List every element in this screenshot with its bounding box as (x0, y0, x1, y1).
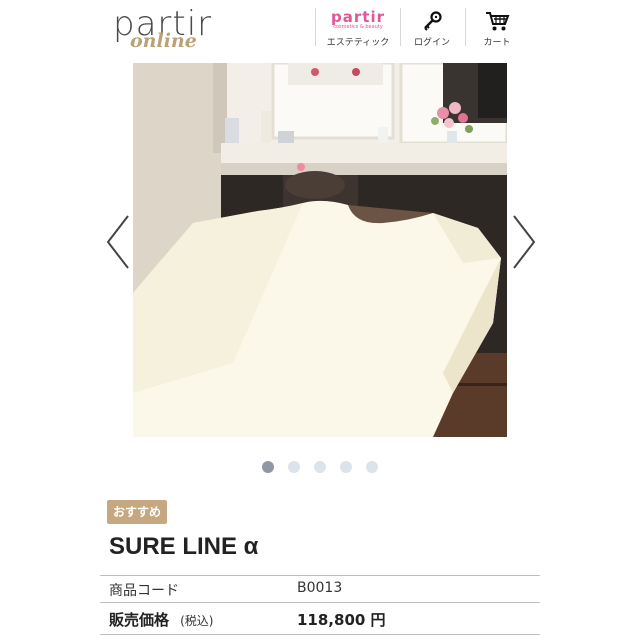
key-icon (424, 11, 442, 31)
carousel-dot-3[interactable] (314, 461, 326, 473)
recommended-badge: おすすめ (107, 500, 168, 524)
carousel-dot-4[interactable] (340, 461, 352, 473)
nav-esthetic[interactable]: partir cosmetics & beauty エステティック (318, 6, 398, 50)
carousel-dot-5[interactable] (366, 461, 378, 473)
nav-divider (465, 8, 466, 46)
price-value: 118,800 円 (297, 611, 386, 629)
nav-esthetic-label: エステティック (326, 38, 390, 48)
price-tax-note: (税込) (180, 614, 214, 628)
product-title: SURE LINE α (109, 533, 259, 560)
cart-icon (486, 12, 510, 31)
divider (100, 634, 540, 635)
brand-tagline: cosmetics & beauty (333, 24, 383, 30)
nav-login[interactable]: ログイン (402, 6, 462, 50)
partir-brand-logo: partir (331, 8, 385, 26)
logo-online[interactable]: online (130, 30, 197, 52)
product-image (133, 63, 507, 437)
product-code-label: 商品コード (109, 583, 179, 599)
nav-cart-label: カート (483, 38, 511, 48)
nav-login-label: ログイン (413, 38, 450, 48)
carousel-dot-2[interactable] (288, 461, 300, 473)
price-label-group: 販売価格 (税込) (109, 609, 213, 630)
divider (100, 575, 540, 576)
prev-slide-arrow-icon[interactable] (104, 212, 134, 272)
product-code-value: B0013 (297, 580, 343, 596)
nav-divider (400, 8, 401, 46)
nav-divider (315, 8, 316, 46)
carousel-dot-1[interactable] (262, 461, 274, 473)
divider (100, 602, 540, 603)
next-slide-arrow-icon[interactable] (508, 212, 538, 272)
nav-cart[interactable]: カート (467, 6, 527, 50)
price-label: 販売価格 (109, 611, 170, 629)
